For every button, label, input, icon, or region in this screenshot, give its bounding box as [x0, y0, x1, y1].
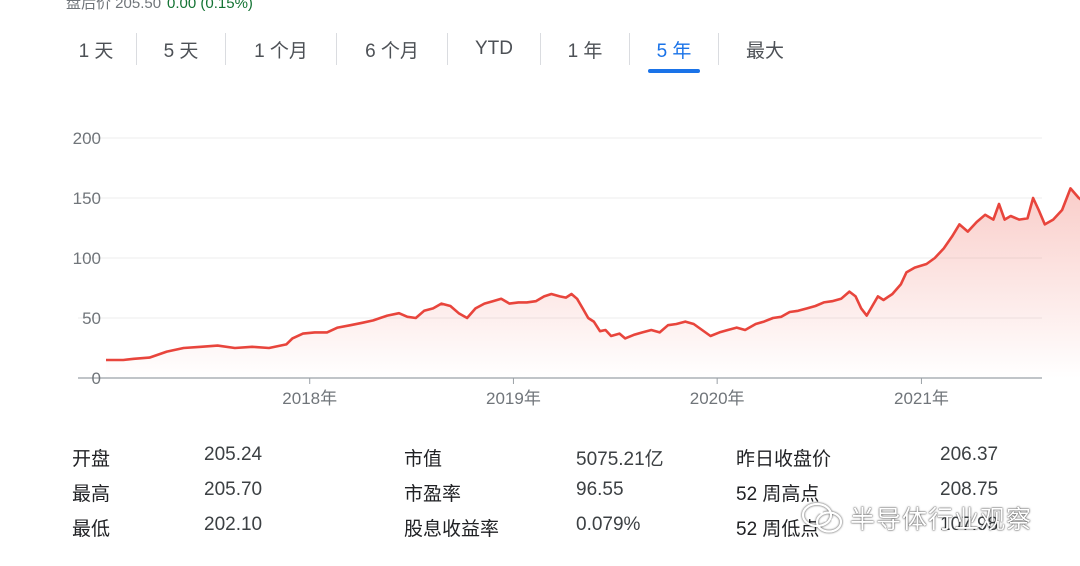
- after-hours-text: 盘后价 205.50: [66, 0, 162, 12]
- price-chart: 0 50 100 150 200 2018年 2019年 2020年 2021年: [73, 129, 1080, 408]
- stat-value: 202.10: [204, 514, 263, 535]
- stat-label: 开盘: [72, 449, 111, 470]
- stat-label: 昨日收盘价: [736, 449, 832, 470]
- stat-value: 5075.21亿: [576, 449, 664, 470]
- x-tick-label: 2020年: [690, 389, 745, 408]
- stat-label: 最高: [72, 484, 111, 505]
- tab-range-5[interactable]: 1 年: [541, 28, 629, 70]
- tab-range-0[interactable]: 1 天: [56, 28, 136, 70]
- tab-range-2[interactable]: 1 个月: [226, 28, 336, 70]
- tab-range-4[interactable]: YTD: [448, 28, 540, 70]
- y-tick-label: 100: [73, 249, 101, 268]
- x-tick-label: 2019年: [486, 389, 541, 408]
- after-hours-price: 盘后价 205.50 0.00 (0.15%): [66, 0, 253, 12]
- y-tick-label: 200: [73, 129, 101, 148]
- stat-value: 206.37: [940, 444, 999, 465]
- watermark-text: 半导体行业观察: [850, 506, 1033, 534]
- x-axis-ticks: 2018年 2019年 2020年 2021年: [282, 378, 949, 408]
- tab-range-3[interactable]: 6 个月: [337, 28, 447, 70]
- stat-label: 股息收益率: [404, 519, 500, 540]
- tab-range-7[interactable]: 最大: [719, 28, 811, 70]
- stat-value: 96.55: [576, 479, 624, 500]
- stat-value: 205.70: [204, 479, 263, 500]
- after-hours-change: 0.00 (0.15%): [167, 0, 253, 12]
- y-tick-label: 0: [92, 369, 101, 388]
- y-tick-label: 150: [73, 189, 101, 208]
- y-tick-label: 50: [82, 309, 101, 328]
- stat-label: 市盈率: [404, 484, 462, 505]
- stat-value: 205.24: [204, 444, 263, 465]
- stat-label: 市值: [404, 449, 443, 470]
- stat-label: 最低: [72, 519, 111, 540]
- stats-row: 开盘 205.24 市值 5075.21亿 昨日收盘价 206.37: [72, 440, 1032, 476]
- wechat-icon: [801, 502, 843, 533]
- stat-value: 0.079%: [576, 514, 641, 535]
- x-tick-label: 2021年: [894, 389, 949, 408]
- y-axis-ticks: 0 50 100 150 200: [73, 129, 101, 388]
- x-tick-label: 2018年: [282, 389, 337, 408]
- tab-range-6[interactable]: 5 年: [630, 28, 718, 70]
- range-tabs: 1 天5 天1 个月 6 个月 YTD 1 年5 年最大: [56, 28, 811, 74]
- watermark: 半导体行业观察: [800, 498, 1032, 538]
- tab-range-1[interactable]: 5 天: [137, 28, 225, 70]
- price-area-fill: [106, 188, 1080, 378]
